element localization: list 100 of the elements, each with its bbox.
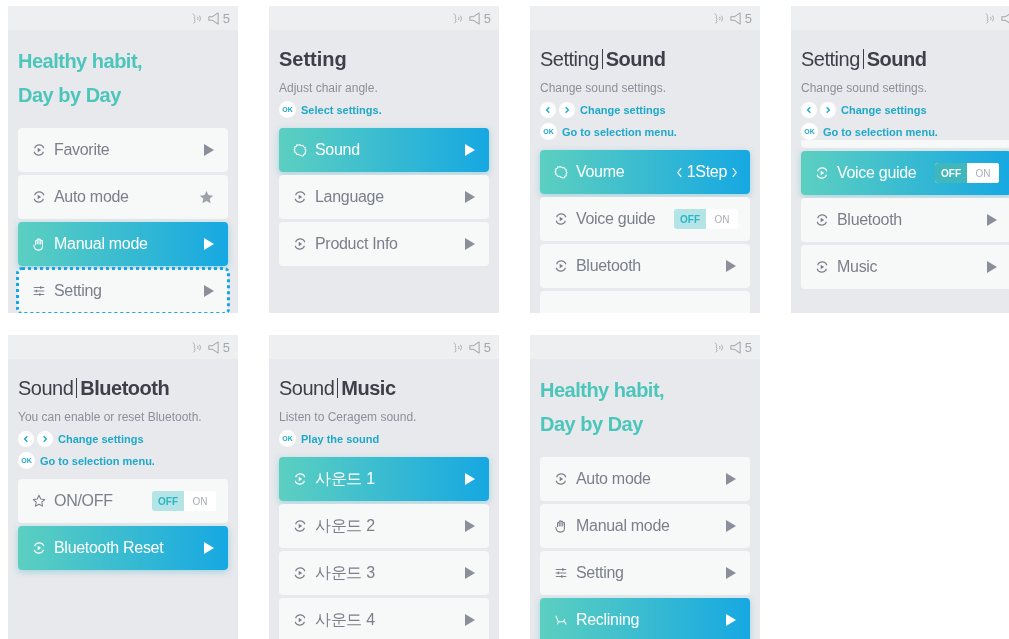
menu-item[interactable]: Reclining [540,598,750,639]
play-arrow-icon [987,261,997,273]
chevron-right-icon [37,430,53,447]
speaker-icon [467,340,481,354]
menu-item[interactable]: Setting [18,269,228,313]
play-arrow-icon [726,520,736,532]
play-arrow-icon [465,238,475,250]
replay-icon [815,166,829,180]
greeting-title: Healthy habit, Day by Day [540,378,666,437]
speaker-icon [1000,11,1009,25]
voice-icon [451,340,465,354]
play-arrow-icon [465,520,475,532]
screen-title: Sound Bluetooth [18,376,171,401]
description-text: Change sound settings. [801,80,929,96]
voice-icon [451,11,465,25]
menu-item[interactable]: Bluetooth Reset [18,526,228,570]
menu-item[interactable]: Bluetooth [801,198,1009,242]
play-arrow-icon [465,567,475,579]
menu-item[interactable]: Favorite [18,128,228,172]
hint-text: Select settings. [301,103,382,116]
recliner-icon [554,613,568,627]
play-arrow-icon [204,285,214,297]
voice-icon [190,340,204,354]
hint-text: Go to selection menu. [40,454,155,467]
voice-icon [190,11,204,25]
star-icon [199,189,214,205]
screen-title: Setting Sound [801,47,928,72]
play-arrow-icon [465,191,475,203]
greeting-title: Healthy habit, Day by Day [18,49,144,108]
star-outline-icon [32,494,46,508]
menu-item[interactable]: Product Info [279,222,489,266]
chevron-left-icon [18,430,34,447]
replay-icon [293,472,307,486]
hint-text: Go to selection menu. [823,125,938,138]
menu-item[interactable]: Bluetooth [540,244,750,288]
gear-icon [293,143,307,157]
volume-level: 5 [744,10,752,26]
description-text: Listen to Ceragem sound. [279,409,418,425]
play-arrow-icon [465,614,475,626]
menu-item[interactable]: 사운드 3 [279,551,489,595]
screen-title: Setting Sound [540,47,667,72]
play-arrow-icon [726,260,736,272]
off-on-toggle[interactable]: OFF ON [935,163,999,183]
replay-icon [293,237,307,251]
menu-item[interactable]: Music [801,245,1009,289]
voice-icon [712,11,726,25]
chevron-left-icon [540,101,556,118]
menu-item[interactable]: Auto mode [18,175,228,219]
hint-text: Change settings [580,103,666,116]
step-value: 1Step [686,163,727,181]
volume-level: 5 [222,10,230,26]
chevron-left-icon [801,101,817,118]
menu-item[interactable]: ON/OFF OFF ON [18,479,228,523]
replay-icon [815,260,829,274]
menu-item[interactable]: 사운드 4 [279,598,489,639]
menu-item[interactable]: Manual mode [540,504,750,548]
description-text: Change sound settings. [540,80,668,96]
speaker-icon [467,11,481,25]
menu-item[interactable]: Language [279,175,489,219]
chevron-right-icon [820,101,836,118]
replay-icon [554,212,568,226]
hand-icon [554,519,568,533]
chevron-left-icon[interactable] [675,165,683,179]
menu-item[interactable]: Auto mode [540,457,750,501]
replay-icon [32,541,46,555]
menu-item[interactable]: Setting [540,551,750,595]
hint-text: Change settings [841,103,927,116]
menu-item[interactable]: Voice guide OFF ON [801,151,1009,195]
voice-icon [712,340,726,354]
hint-text: Play the sound [301,432,380,445]
menu-item[interactable]: Voume 1Step [540,150,750,194]
play-arrow-icon [465,473,475,485]
screen-title: Sound Music [279,376,397,401]
play-arrow-icon [987,214,997,226]
menu-item[interactable]: Voice guide OFF ON [540,197,750,241]
volume-level: 5 [483,10,491,26]
sliders-icon [554,566,568,580]
chevron-right-icon[interactable] [731,165,738,179]
replay-icon [554,259,568,273]
menu-item[interactable]: Manual mode [18,222,228,266]
speaker-icon [206,11,220,25]
replay-icon [293,613,307,627]
gear-icon [554,165,568,179]
replay-icon [293,566,307,580]
hint-text: Change settings [58,432,144,445]
volume-level: 5 [222,339,230,355]
voice-icon [984,11,997,25]
replay-icon [32,143,46,157]
speaker-icon [728,340,742,354]
screen-title: Setting [279,47,348,72]
volume-level: 5 [483,339,491,355]
menu-item[interactable]: 사운드 1 [279,457,489,501]
replay-icon [293,519,307,533]
play-arrow-icon [204,238,214,250]
chevron-right-icon [559,101,575,118]
replay-icon [293,190,307,204]
play-arrow-icon [204,542,214,554]
play-arrow-icon [726,473,736,485]
menu-item[interactable]: Sound [279,128,489,172]
menu-item[interactable]: 사운드 2 [279,504,489,548]
